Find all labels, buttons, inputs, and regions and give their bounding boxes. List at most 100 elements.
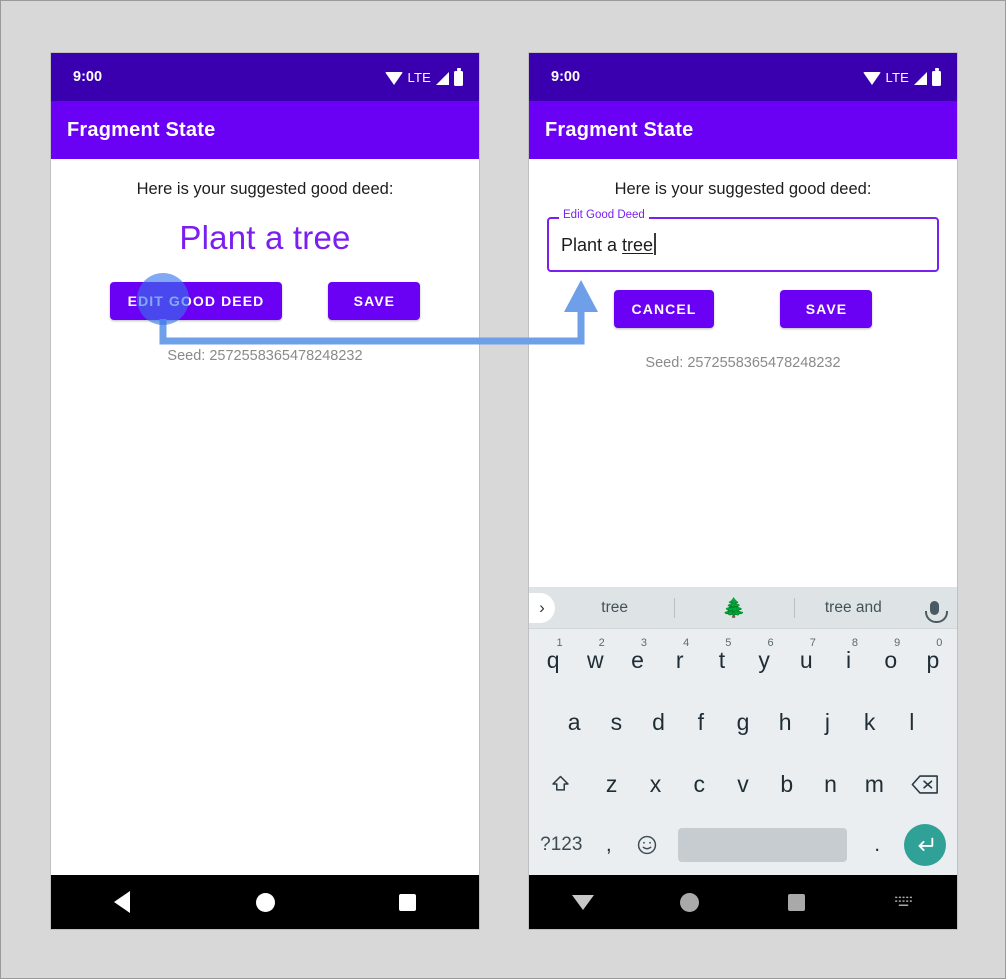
nav-home-button[interactable] — [194, 892, 337, 912]
period-key[interactable]: . — [859, 815, 896, 875]
key-o-superscript: 9 — [894, 637, 901, 649]
key-r-label: r — [675, 646, 684, 673]
key-u-label: u — [799, 646, 813, 673]
key-y[interactable]: 6y — [743, 629, 785, 691]
key-y-label: y — [758, 646, 770, 673]
key-h[interactable]: h — [764, 691, 806, 753]
keyboard-row-1: 1q 2w 3e 4r 5t 6y 7u 8i 9o 0p — [529, 629, 957, 691]
emoji-key[interactable] — [627, 815, 667, 875]
suggestion-label: Here is your suggested good deed: — [136, 180, 394, 198]
key-o[interactable]: 9o — [870, 629, 912, 691]
screenshot-canvas: 9:00 LTE Fragment State Here is your sug… — [0, 0, 1006, 979]
shift-key[interactable] — [532, 753, 590, 815]
status-bar: 9:00 LTE — [51, 53, 479, 101]
key-n[interactable]: n — [809, 753, 853, 815]
text-cursor — [654, 233, 657, 255]
chevron-right-icon[interactable]: › — [529, 592, 555, 623]
key-g[interactable]: g — [722, 691, 764, 753]
back-down-icon — [571, 894, 594, 910]
key-k[interactable]: k — [849, 691, 891, 753]
key-o-label: o — [884, 646, 898, 673]
key-w-label: w — [586, 646, 604, 673]
nav-recents-button[interactable] — [336, 893, 479, 911]
key-b[interactable]: b — [765, 753, 809, 815]
emoji-icon — [636, 834, 658, 856]
edit-good-deed-button[interactable]: EDIT GOOD DEED — [109, 282, 283, 320]
app-bar: Fragment State — [51, 101, 479, 159]
key-l[interactable]: l — [891, 691, 933, 753]
recents-icon — [788, 893, 805, 911]
save-button[interactable]: SAVE — [780, 290, 873, 328]
microphone-button[interactable] — [913, 600, 957, 623]
shift-icon — [550, 774, 571, 794]
key-e[interactable]: 3e — [616, 629, 658, 691]
key-c[interactable]: c — [677, 753, 721, 815]
back-icon — [114, 891, 131, 913]
key-t[interactable]: 5t — [701, 629, 743, 691]
status-time: 9:00 — [73, 69, 103, 85]
signal-icon — [436, 71, 449, 85]
microphone-icon — [925, 600, 949, 623]
battery-icon — [932, 67, 941, 86]
key-p-superscript: 0 — [936, 637, 943, 649]
key-v[interactable]: v — [721, 753, 765, 815]
key-q[interactable]: 1q — [532, 629, 574, 691]
key-f[interactable]: f — [680, 691, 722, 753]
nav-recents-button[interactable] — [743, 893, 850, 911]
content-area-before: Here is your suggested good deed: Plant … — [51, 159, 479, 364]
nav-keyboard-button[interactable] — [850, 894, 957, 910]
key-s[interactable]: s — [595, 691, 637, 753]
key-r[interactable]: 4r — [659, 629, 701, 691]
phone-screen-after: 9:00 LTE Fragment State Here is your sug… — [529, 53, 957, 929]
nav-back-button[interactable] — [529, 894, 636, 910]
enter-key[interactable] — [895, 815, 954, 875]
key-d[interactable]: d — [637, 691, 679, 753]
edit-field-value-plain: Plant a — [561, 235, 623, 255]
key-i[interactable]: 8i — [827, 629, 869, 691]
nav-back-button[interactable] — [51, 891, 194, 913]
edit-good-deed-text-field[interactable]: Edit Good Deed Plant a tree — [547, 209, 939, 272]
tap-indicator — [137, 273, 189, 325]
seed-text: Seed: 2572558365478248232 — [167, 348, 363, 364]
backspace-key[interactable] — [896, 753, 954, 815]
key-r-superscript: 4 — [683, 637, 690, 649]
key-u-superscript: 7 — [809, 637, 816, 649]
seed-text: Seed: 2572558365478248232 — [645, 355, 841, 371]
page-title: Fragment State — [545, 118, 694, 141]
key-u[interactable]: 7u — [785, 629, 827, 691]
key-e-label: e — [631, 646, 644, 673]
comma-key[interactable]: , — [591, 815, 628, 875]
button-row-after: CANCEL SAVE — [529, 272, 957, 328]
edit-field-value: Plant a tree — [561, 233, 657, 256]
key-q-label: q — [546, 646, 560, 673]
key-z[interactable]: z — [590, 753, 634, 815]
phone-screen-before: 9:00 LTE Fragment State Here is your sug… — [51, 53, 479, 929]
key-t-superscript: 5 — [725, 637, 732, 649]
wifi-icon — [862, 71, 881, 85]
key-j[interactable]: j — [806, 691, 848, 753]
suggestion-bar: › tree 🌲 tree and — [529, 587, 957, 629]
space-key[interactable] — [667, 815, 859, 875]
content-area-after: Here is your suggested good deed: Edit G… — [529, 159, 957, 371]
key-p[interactable]: 0p — [912, 629, 954, 691]
status-icon-group: LTE — [384, 67, 463, 86]
suggestion-tree-emoji[interactable]: 🌲 — [674, 596, 793, 620]
save-button[interactable]: SAVE — [328, 282, 421, 320]
key-y-superscript: 6 — [767, 637, 774, 649]
key-x[interactable]: x — [634, 753, 678, 815]
key-e-superscript: 3 — [640, 637, 647, 649]
key-w[interactable]: 2w — [574, 629, 616, 691]
key-m[interactable]: m — [852, 753, 896, 815]
button-row-before: EDIT GOOD DEED SAVE — [51, 257, 479, 320]
nav-home-button[interactable] — [636, 892, 743, 912]
symbols-key[interactable]: ?123 — [532, 815, 591, 875]
cancel-button[interactable]: CANCEL — [613, 290, 715, 328]
space-bar-surface — [678, 828, 848, 862]
key-a[interactable]: a — [553, 691, 595, 753]
home-icon — [680, 892, 699, 912]
edit-field-value-composing: tree — [622, 235, 654, 255]
wifi-icon — [384, 71, 403, 85]
suggestion-tree[interactable]: tree — [555, 599, 674, 617]
suggestion-tree-and[interactable]: tree and — [794, 599, 913, 617]
signal-icon — [914, 71, 927, 85]
